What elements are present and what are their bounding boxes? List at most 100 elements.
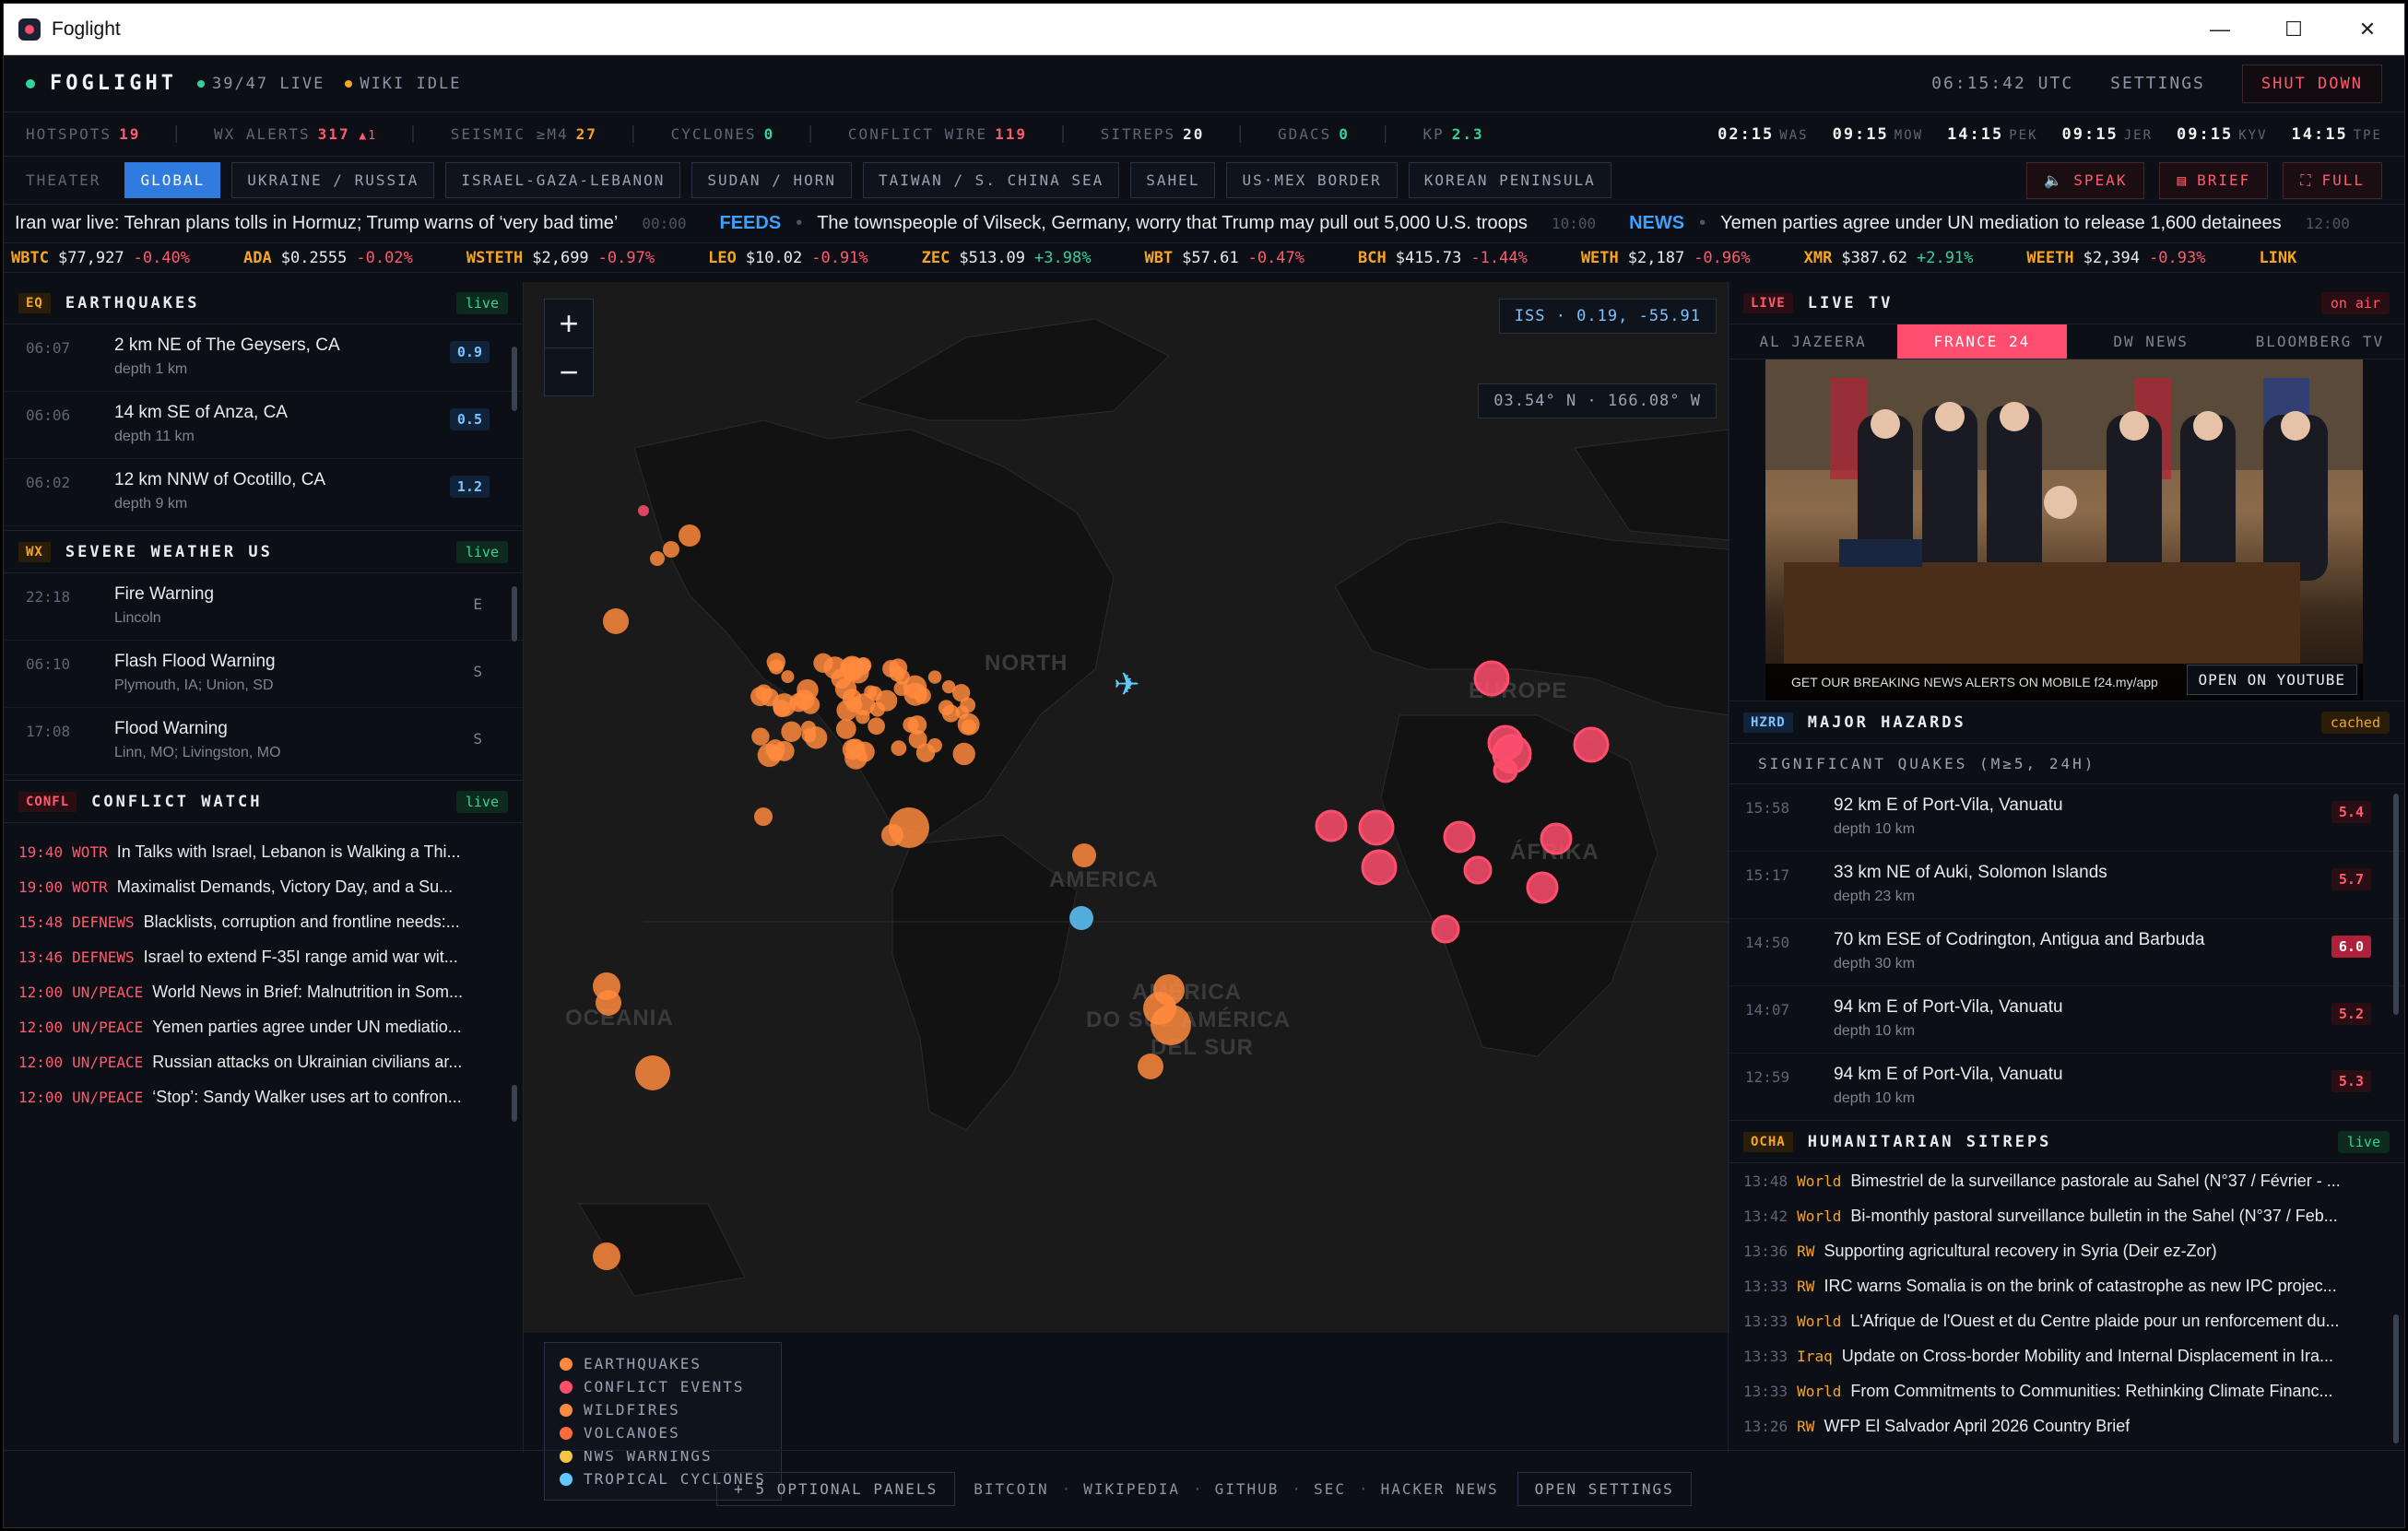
- hazard-row[interactable]: 15:17 33 km NE of Auki, Solomon Islands de…: [1729, 852, 2404, 919]
- weather-row[interactable]: 22:18 Fire Warning Lincoln E: [4, 573, 523, 641]
- iss-icon[interactable]: ✈: [1114, 667, 1140, 702]
- sitrep-item[interactable]: 13:36 RW Supporting agricultural recovery …: [1729, 1233, 2404, 1268]
- conflict-item[interactable]: 19:40 WOTR In Talks with Israel, Lebanon i…: [4, 834, 523, 869]
- footer-link[interactable]: GITHUB: [1215, 1480, 1280, 1498]
- zoom-out-button[interactable]: −: [545, 347, 593, 395]
- theater-tab[interactable]: SUDAN / HORN: [691, 162, 852, 198]
- stat-item[interactable]: SITREPS 20: [1101, 125, 1205, 143]
- stat-item[interactable]: WX ALERTS 317 ▲1: [214, 125, 377, 143]
- conflict-item[interactable]: 12:00 UN/PEACE ‘Stop’: Sandy Walker uses a…: [4, 1079, 523, 1114]
- earthquake-marker[interactable]: [835, 719, 856, 739]
- zoom-in-button[interactable]: +: [545, 300, 593, 347]
- crypto-item[interactable]: LEO $10.02 -0.91%: [708, 249, 868, 267]
- earthquake-marker[interactable]: [635, 1055, 670, 1090]
- earthquake-marker[interactable]: [831, 668, 852, 689]
- crypto-item[interactable]: WBTC $77,927 -0.40%: [11, 249, 190, 267]
- channel-tab[interactable]: DW NEWS: [2067, 324, 2236, 359]
- sitrep-item[interactable]: 13:42 World Bi-monthly pastoral surveillan…: [1729, 1198, 2404, 1233]
- earthquake-marker[interactable]: [751, 727, 770, 746]
- headline[interactable]: Iran war live: Tehran plans tolls in Hor…: [15, 213, 618, 234]
- conflict-item[interactable]: 13:46 DEFNEWS Israel to extend F-35I range…: [4, 939, 523, 974]
- shutdown-button[interactable]: SHUT DOWN: [2241, 64, 2382, 103]
- stat-item[interactable]: SEISMIC ≥M4 27: [451, 125, 597, 143]
- crypto-item[interactable]: WETH $2,187 -0.96%: [1581, 249, 1751, 267]
- headline[interactable]: The townspeople of Vilseck, Germany, wor…: [817, 213, 1528, 234]
- earthquake-marker[interactable]: [813, 653, 833, 673]
- hazard-row[interactable]: 12:59 94 km E of Port-Vila, Vanuatu depth …: [1729, 1054, 2404, 1120]
- conflict-marker[interactable]: [1361, 849, 1398, 886]
- conflict-item[interactable]: 12:00 UN/PEACE Russian attacks on Ukrainia…: [4, 1044, 523, 1079]
- footer-link[interactable]: SEC: [1314, 1480, 1346, 1498]
- conflict-item[interactable]: 15:48 DEFNEWS Blacklists, corruption and f…: [4, 904, 523, 939]
- crypto-item[interactable]: WSTETH $2,699 -0.97%: [466, 249, 655, 267]
- close-button[interactable]: ✕: [2331, 4, 2404, 55]
- theater-tab[interactable]: UKRAINE / RUSSIA: [231, 162, 435, 198]
- speak-button[interactable]: 🔈 SPEAK: [2026, 161, 2145, 199]
- fullscreen-button[interactable]: ⛶ FULL: [2283, 161, 2382, 199]
- earthquake-marker[interactable]: [889, 807, 929, 848]
- conflict-item[interactable]: 12:00 UN/PEACE Yemen parties agree under U…: [4, 1009, 523, 1044]
- conflict-marker[interactable]: [1443, 820, 1476, 854]
- conflict-marker[interactable]: [1358, 809, 1395, 846]
- settings-link[interactable]: SETTINGS: [2110, 74, 2205, 93]
- stat-item[interactable]: KP 2.3: [1423, 125, 1484, 143]
- video-player[interactable]: GET OUR BREAKING NEWS ALERTS ON MOBILE f…: [1765, 359, 2363, 701]
- stat-item[interactable]: CONFLICT WIRE 119: [848, 125, 1027, 143]
- earthquake-marker[interactable]: [955, 705, 969, 719]
- conflict-marker[interactable]: [1315, 809, 1348, 842]
- stat-item[interactable]: CYCLONES 0: [671, 125, 775, 143]
- crypto-item[interactable]: BCH $415.73 -1.44%: [1358, 249, 1528, 267]
- cyclone-marker[interactable]: [1069, 906, 1093, 930]
- earthquake-marker[interactable]: [941, 679, 956, 694]
- conflict-item[interactable]: 12:00 UN/PEACE World News in Brief: Malnut…: [4, 974, 523, 1009]
- earthquake-marker[interactable]: [805, 726, 828, 749]
- open-youtube-button[interactable]: OPEN ON YOUTUBE: [2186, 665, 2357, 695]
- open-settings-button[interactable]: OPEN SETTINGS: [1517, 1472, 1692, 1506]
- quake-row[interactable]: 06:02 12 km NNW of Ocotillo, CA depth 9 km…: [4, 459, 523, 526]
- weather-row[interactable]: 06:10 Flash Flood Warning Plymouth, IA; Un…: [4, 641, 523, 708]
- theater-tab[interactable]: GLOBAL: [124, 162, 221, 198]
- crypto-item[interactable]: WEETH $2,394 -0.93%: [2026, 249, 2205, 267]
- brief-button[interactable]: ▤ BRIEF: [2159, 161, 2269, 199]
- earthquake-marker[interactable]: [593, 1242, 620, 1270]
- scrollbar[interactable]: [512, 347, 517, 411]
- earthquake-marker[interactable]: [961, 719, 976, 735]
- earthquake-marker[interactable]: [864, 685, 878, 699]
- theater-tab[interactable]: SAHEL: [1130, 162, 1216, 198]
- crypto-item[interactable]: WBT $57.61 -0.47%: [1144, 249, 1304, 267]
- sitrep-item[interactable]: 13:33 RW IRC warns Somalia is on the brink…: [1729, 1268, 2404, 1303]
- optional-panels-button[interactable]: + 5 OPTIONAL PANELS: [716, 1472, 956, 1506]
- footer-link[interactable]: WIKIPEDIA: [1083, 1480, 1180, 1498]
- sitrep-item[interactable]: 13:33 World From Commitments to Communitie…: [1729, 1373, 2404, 1408]
- theater-tab[interactable]: KOREAN PENINSULA: [1408, 162, 1611, 198]
- earthquake-marker[interactable]: [876, 689, 898, 712]
- hazard-row[interactable]: 14:50 70 km ESE of Codrington, Antigua an…: [1729, 919, 2404, 986]
- earthquake-marker[interactable]: [894, 669, 910, 685]
- earthquake-marker[interactable]: [679, 524, 701, 547]
- earthquake-marker[interactable]: [781, 721, 802, 742]
- stat-item[interactable]: HOTSPOTS 19: [26, 125, 140, 143]
- stat-item[interactable]: GDACS 0: [1278, 125, 1350, 143]
- weather-row[interactable]: 17:08 Flood Warning Linn, MO; Livingston, …: [4, 708, 523, 775]
- maximize-button[interactable]: ☐: [2257, 4, 2331, 55]
- crypto-item[interactable]: ADA $0.2555 -0.02%: [243, 249, 413, 267]
- conflict-marker[interactable]: [1473, 660, 1510, 697]
- conflict-marker[interactable]: [1431, 914, 1460, 944]
- conflict-item[interactable]: 19:00 WOTR Maximalist Demands, Victory Day…: [4, 869, 523, 904]
- crypto-item[interactable]: LINK: [2259, 249, 2306, 267]
- minimize-button[interactable]: —: [2183, 4, 2257, 55]
- hazard-row[interactable]: 15:58 92 km E of Port-Vila, Vanuatu depth …: [1729, 784, 2404, 852]
- earthquake-marker[interactable]: [773, 740, 795, 761]
- earthquake-marker[interactable]: [650, 551, 665, 566]
- channel-tab[interactable]: AL JAZEERA: [1729, 324, 1897, 359]
- earthquake-marker[interactable]: [952, 742, 975, 766]
- footer-link[interactable]: HACKER NEWS: [1381, 1480, 1499, 1498]
- conflict-marker[interactable]: [1493, 758, 1518, 783]
- conflict-marker[interactable]: [1573, 726, 1610, 763]
- theater-tab[interactable]: ISRAEL-GAZA-LEBANON: [445, 162, 681, 198]
- earthquake-marker[interactable]: [768, 659, 785, 675]
- earthquake-marker[interactable]: [842, 738, 864, 760]
- footer-link[interactable]: BITCOIN: [974, 1480, 1048, 1498]
- earthquake-marker[interactable]: [603, 608, 629, 634]
- earthquake-marker[interactable]: [781, 670, 795, 684]
